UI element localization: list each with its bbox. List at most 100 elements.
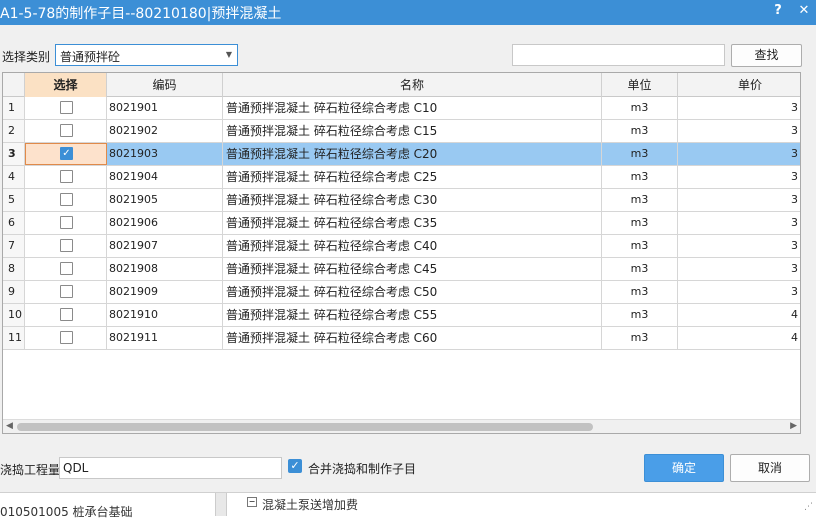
row-checkbox[interactable]: ✓ [60, 147, 73, 160]
name-cell[interactable]: 普通预拌混凝土 碎石粒径综合考虑 C55 [223, 304, 602, 326]
select-cell[interactable] [25, 235, 107, 257]
unit-cell[interactable]: m3 [602, 166, 678, 188]
cancel-button[interactable]: 取消 [730, 454, 810, 482]
price-cell[interactable]: 3 [678, 235, 800, 257]
header-select[interactable]: 选择 [25, 73, 107, 97]
price-cell[interactable]: 4 [678, 304, 800, 326]
table-header: 选择 编码 名称 单位 单价 [3, 73, 800, 97]
select-cell[interactable] [25, 304, 107, 326]
name-cell[interactable]: 普通预拌混凝土 碎石粒径综合考虑 C50 [223, 281, 602, 303]
price-cell[interactable]: 3 [678, 212, 800, 234]
select-cell[interactable] [25, 189, 107, 211]
unit-cell[interactable]: m3 [602, 212, 678, 234]
select-cell[interactable] [25, 258, 107, 280]
header-unit[interactable]: 单位 [602, 73, 678, 97]
code-cell[interactable]: 8021907 [107, 235, 223, 257]
table-row[interactable]: 8 8021908 普通预拌混凝土 碎石粒径综合考虑 C45 m3 3 [3, 258, 800, 281]
unit-cell[interactable]: m3 [602, 97, 678, 119]
row-checkbox[interactable] [60, 170, 73, 183]
row-checkbox[interactable] [60, 239, 73, 252]
table-row[interactable]: 7 8021907 普通预拌混凝土 碎石粒径综合考虑 C40 m3 3 [3, 235, 800, 258]
unit-cell[interactable]: m3 [602, 120, 678, 142]
header-code[interactable]: 编码 [107, 73, 223, 97]
unit-cell[interactable]: m3 [602, 189, 678, 211]
table-row[interactable]: 11 8021911 普通预拌混凝土 碎石粒径综合考虑 C60 m3 4 [3, 327, 800, 350]
select-cell[interactable] [25, 97, 107, 119]
price-cell[interactable]: 3 [678, 281, 800, 303]
code-cell[interactable]: 8021904 [107, 166, 223, 188]
unit-cell[interactable]: m3 [602, 143, 678, 165]
price-cell[interactable]: 3 [678, 143, 800, 165]
select-cell[interactable] [25, 327, 107, 349]
scroll-left-icon[interactable]: ◀ [6, 421, 13, 431]
unit-cell[interactable]: m3 [602, 327, 678, 349]
name-cell[interactable]: 普通预拌混凝土 碎石粒径综合考虑 C60 [223, 327, 602, 349]
price-cell[interactable]: 3 [678, 97, 800, 119]
code-cell[interactable]: 8021908 [107, 258, 223, 280]
name-cell[interactable]: 普通预拌混凝土 碎石粒径综合考虑 C20 [223, 143, 602, 165]
row-checkbox[interactable] [60, 285, 73, 298]
table-row[interactable]: 9 8021909 普通预拌混凝土 碎石粒径综合考虑 C50 m3 3 [3, 281, 800, 304]
resize-grip-icon[interactable]: ⋰ [804, 502, 813, 512]
price-cell[interactable]: 3 [678, 120, 800, 142]
code-cell[interactable]: 8021911 [107, 327, 223, 349]
row-checkbox[interactable] [60, 308, 73, 321]
table-row[interactable]: 10 8021910 普通预拌混凝土 碎石粒径综合考虑 C55 m3 4 [3, 304, 800, 327]
code-cell[interactable]: 8021901 [107, 97, 223, 119]
select-cell[interactable] [25, 212, 107, 234]
row-checkbox[interactable] [60, 124, 73, 137]
unit-cell[interactable]: m3 [602, 258, 678, 280]
name-cell[interactable]: 普通预拌混凝土 碎石粒径综合考虑 C35 [223, 212, 602, 234]
name-cell[interactable]: 普通预拌混凝土 碎石粒径综合考虑 C25 [223, 166, 602, 188]
table-row[interactable]: 2 8021902 普通预拌混凝土 碎石粒径综合考虑 C15 m3 3 [3, 120, 800, 143]
price-cell[interactable]: 3 [678, 166, 800, 188]
select-cell[interactable] [25, 281, 107, 303]
price-cell[interactable]: 3 [678, 258, 800, 280]
select-cell[interactable] [25, 120, 107, 142]
table-row[interactable]: 1 8021901 普通预拌混凝土 碎石粒径综合考虑 C10 m3 3 [3, 97, 800, 120]
table-row[interactable]: 5 8021905 普通预拌混凝土 碎石粒径综合考虑 C30 m3 3 [3, 189, 800, 212]
code-cell[interactable]: 8021906 [107, 212, 223, 234]
select-cell[interactable]: ✓ [25, 143, 107, 165]
select-cell[interactable] [25, 166, 107, 188]
name-cell[interactable]: 普通预拌混凝土 碎石粒径综合考虑 C40 [223, 235, 602, 257]
row-checkbox[interactable] [60, 193, 73, 206]
row-checkbox[interactable] [60, 216, 73, 229]
code-cell[interactable]: 8021905 [107, 189, 223, 211]
code-cell[interactable]: 8021909 [107, 281, 223, 303]
row-number: 3 [3, 143, 25, 165]
collapse-icon[interactable]: − [247, 497, 257, 507]
name-cell[interactable]: 普通预拌混凝土 碎石粒径综合考虑 C10 [223, 97, 602, 119]
unit-cell[interactable]: m3 [602, 281, 678, 303]
merge-checkbox[interactable]: ✓ [288, 459, 302, 473]
table-row[interactable]: 3 ✓ 8021903 普通预拌混凝土 碎石粒径综合考虑 C20 m3 3 [3, 143, 800, 166]
table-row[interactable]: 4 8021904 普通预拌混凝土 碎石粒径综合考虑 C25 m3 3 [3, 166, 800, 189]
code-cell[interactable]: 8021903 [107, 143, 223, 165]
unit-cell[interactable]: m3 [602, 235, 678, 257]
code-cell[interactable]: 8021902 [107, 120, 223, 142]
header-name[interactable]: 名称 [223, 73, 602, 97]
row-checkbox[interactable] [60, 101, 73, 114]
name-cell[interactable]: 普通预拌混凝土 碎石粒径综合考虑 C30 [223, 189, 602, 211]
horizontal-scrollbar[interactable]: ◀ ▶ [3, 419, 800, 433]
search-input[interactable] [512, 44, 725, 66]
row-checkbox[interactable] [60, 262, 73, 275]
row-checkbox[interactable] [60, 331, 73, 344]
table-row[interactable]: 6 8021906 普通预拌混凝土 碎石粒径综合考虑 C35 m3 3 [3, 212, 800, 235]
help-button[interactable]: ? [768, 3, 788, 23]
name-cell[interactable]: 普通预拌混凝土 碎石粒径综合考虑 C45 [223, 258, 602, 280]
code-cell[interactable]: 8021910 [107, 304, 223, 326]
price-cell[interactable]: 3 [678, 189, 800, 211]
category-select[interactable]: 普通预拌砼 ▼ [55, 44, 238, 66]
qty-field[interactable]: QDL [59, 457, 282, 479]
header-price[interactable]: 单价 [678, 73, 800, 97]
price-cell[interactable]: 4 [678, 327, 800, 349]
merge-label[interactable]: 合并浇捣和制作子目 [308, 460, 416, 477]
unit-cell[interactable]: m3 [602, 304, 678, 326]
scroll-right-icon[interactable]: ▶ [790, 421, 797, 431]
close-button[interactable]: ✕ [794, 3, 814, 23]
scrollbar-thumb[interactable] [17, 423, 593, 431]
name-cell[interactable]: 普通预拌混凝土 碎石粒径综合考虑 C15 [223, 120, 602, 142]
ok-button[interactable]: 确定 [644, 454, 724, 482]
search-button[interactable]: 查找 [731, 44, 802, 67]
